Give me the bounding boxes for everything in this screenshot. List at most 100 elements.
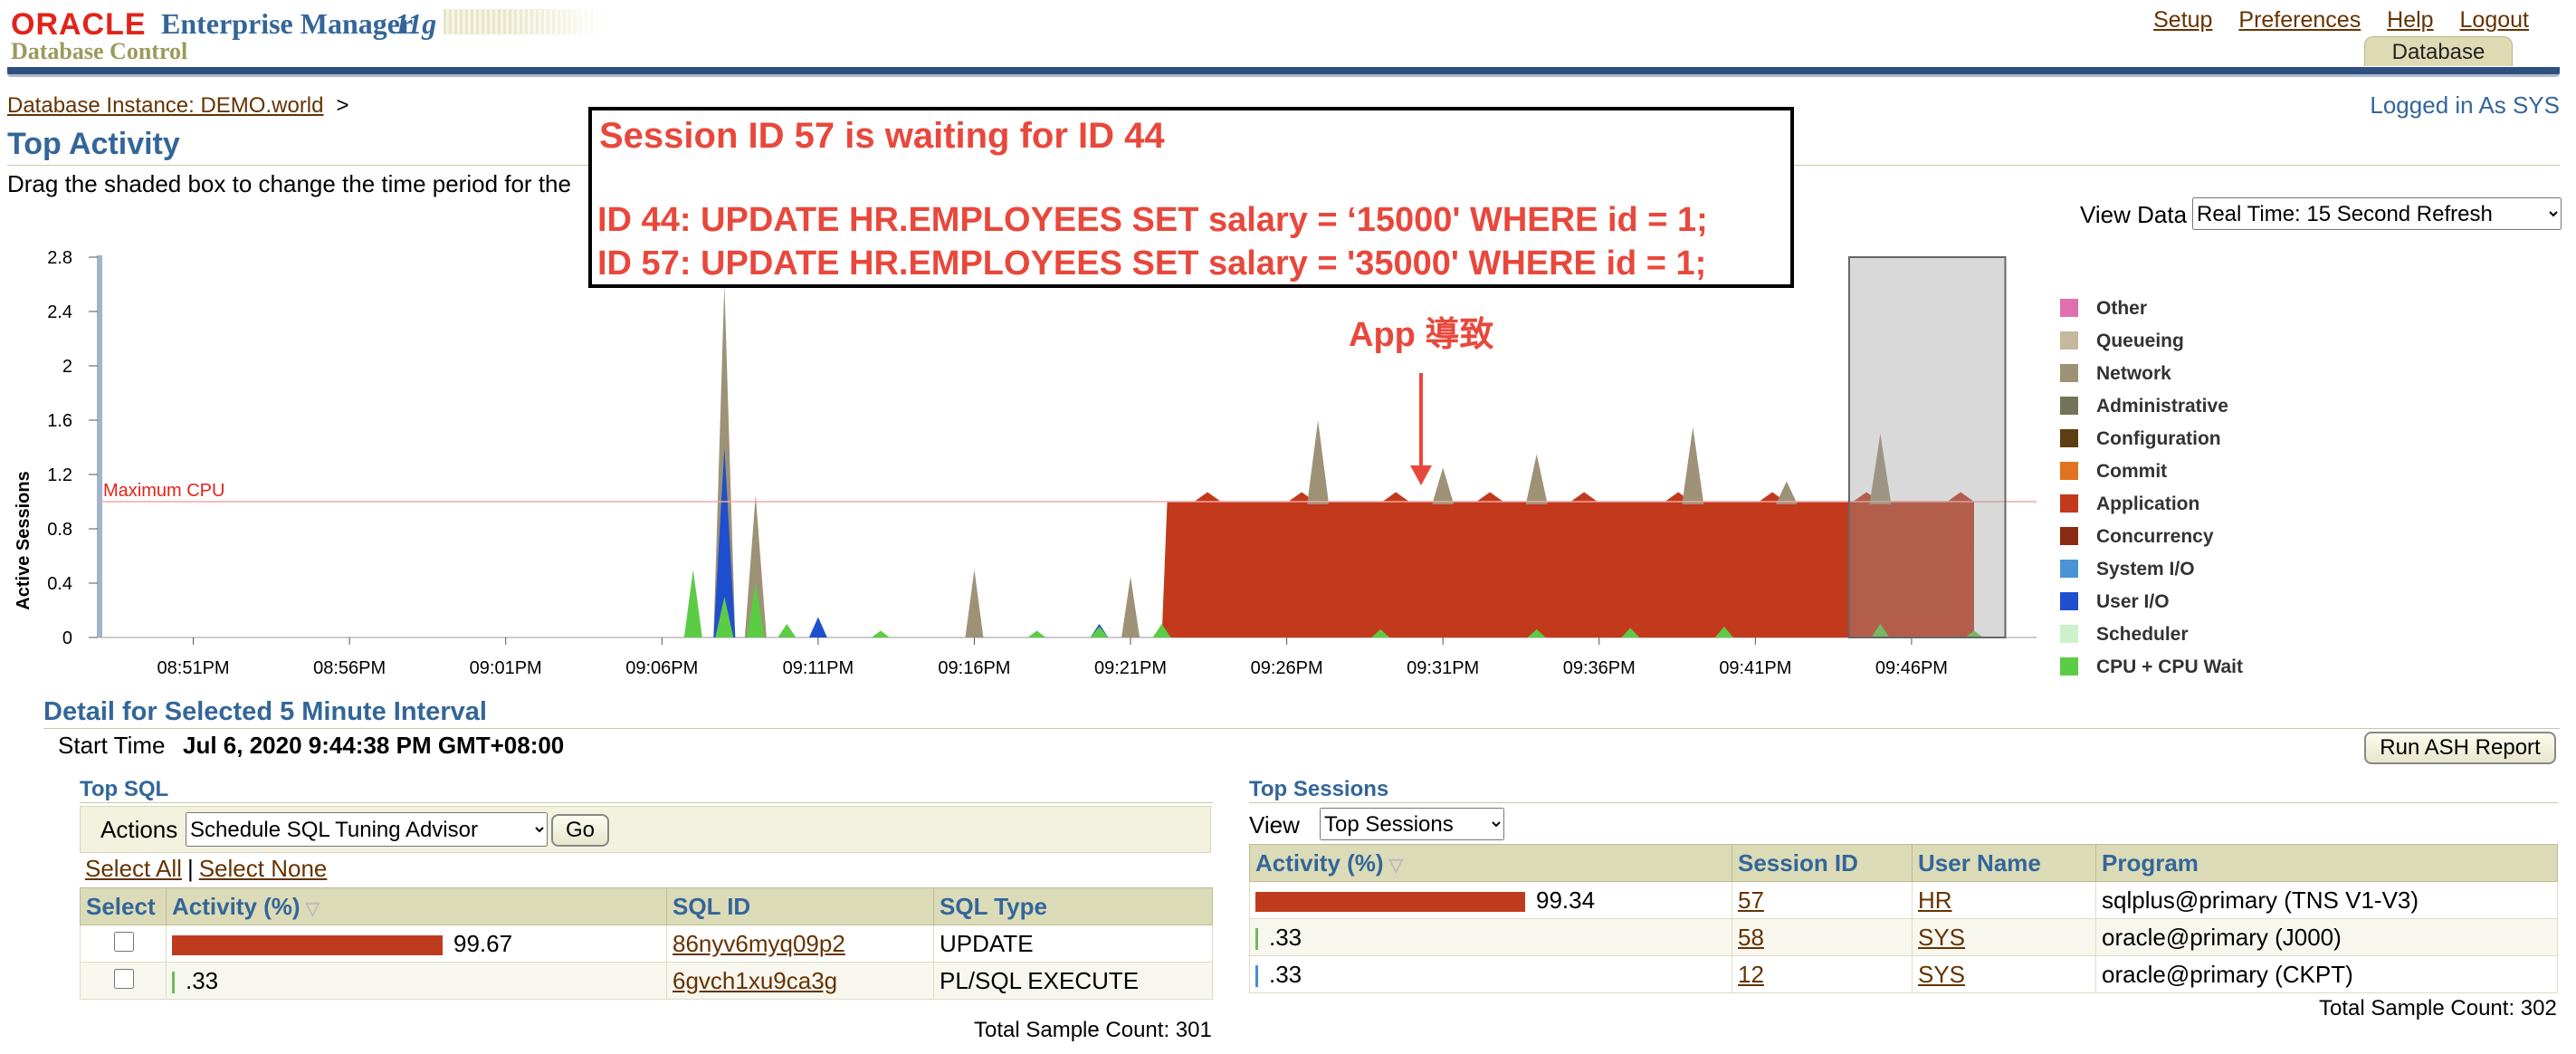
network-spike [1682, 426, 1704, 504]
row-checkbox[interactable] [113, 932, 134, 952]
sort-desc-icon: ▽ [305, 898, 320, 919]
tab-database[interactable]: Database [2364, 36, 2513, 66]
logout-link[interactable]: Logout [2460, 7, 2529, 33]
x-tick-label: 09:01PM [470, 658, 542, 678]
legend-swatch [2060, 364, 2078, 382]
user-name-link[interactable]: SYS [1918, 924, 1965, 951]
product-name: Enterprise Manager [161, 7, 414, 40]
row-select-cell [80, 925, 167, 963]
y-tick-label: 2 [62, 357, 72, 377]
breadcrumb-instance-link[interactable]: Database Instance: DEMO.world [7, 93, 324, 118]
start-time-value: Jul 6, 2020 9:44:38 PM GMT+08:00 [183, 732, 565, 759]
y-tick-label: 2.4 [47, 302, 72, 322]
sql-type-cell: UPDATE [933, 925, 1213, 963]
cpu-cpu-wait-spike [1027, 630, 1046, 637]
annotation-line-3: ID 57: UPDATE HR.EMPLOYEES SET salary = … [597, 244, 1707, 283]
network-spike [965, 570, 984, 637]
view-data-label: View Data [2080, 201, 2188, 228]
sql-id-link[interactable]: 86nyv6myq09p2 [673, 930, 845, 957]
legend-label: Commit [2096, 461, 2167, 482]
legend-label: Other [2096, 298, 2147, 319]
cpu-cpu-wait-spike [871, 630, 890, 637]
activity-value: 99.34 [1536, 886, 1596, 914]
legend-label: Scheduler [2096, 624, 2189, 645]
legend-label: Queueing [2096, 331, 2184, 351]
activity-bar [172, 934, 443, 955]
program-cell: sqlplus@primary (TNS V1-V3) [2095, 881, 2558, 919]
detail-divider [43, 728, 2560, 729]
setup-link[interactable]: Setup [2153, 7, 2212, 33]
session-id-link[interactable]: 12 [1738, 961, 1764, 988]
top-sql-table: Select Activity (%) ▽ SQL ID SQL Type 99.… [80, 887, 1213, 1000]
session-id-cell: 57 [1732, 881, 1913, 919]
col-activity[interactable]: Activity (%) ▽ [1249, 844, 1732, 882]
sessions-view-select[interactable]: Top Sessions [1320, 808, 1504, 840]
help-link[interactable]: Help [2387, 7, 2433, 33]
breadcrumb-separator: > [336, 93, 349, 118]
program-cell: oracle@primary (CKPT) [2095, 955, 2558, 993]
max-cpu-label: Maximum CPU [103, 481, 224, 501]
sql-id-cell: 86nyv6myq09p2 [666, 925, 934, 963]
legend-label: User I/O [2096, 591, 2170, 612]
annotation-line-2: ID 44: UPDATE HR.EMPLOYEES SET salary = … [597, 201, 1708, 239]
preferences-link[interactable]: Preferences [2238, 7, 2361, 33]
legend-swatch [2060, 494, 2078, 513]
select-links: Select All | Select None [85, 855, 327, 883]
instruction-text: Drag the shaded box to change the time p… [7, 170, 571, 197]
network-spike [1525, 454, 1548, 504]
run-ash-report-button[interactable]: Run ASH Report [2364, 732, 2556, 764]
y-tick-label: 0.4 [47, 574, 72, 594]
top-sql-total: Total Sample Count: 301 [974, 1018, 1212, 1042]
x-ticks: 08:51PM 08:56PM 09:01PM 09:06PM 09:11PM 09:16… [157, 637, 1948, 678]
select-all-link[interactable]: Select All [85, 855, 182, 882]
row-checkbox[interactable] [113, 969, 134, 989]
activity-bar [1255, 891, 1526, 912]
col-activity[interactable]: Activity (%) ▽ [166, 887, 667, 925]
activity-cell: .33 [1249, 955, 1732, 993]
user-name-link[interactable]: SYS [1918, 961, 1965, 988]
product-subtitle: Database Control [11, 38, 188, 64]
activity-bar [1255, 964, 1258, 987]
legend-swatch [2060, 592, 2078, 610]
session-id-link[interactable]: 57 [1738, 886, 1764, 914]
user-name-link[interactable]: HR [1918, 886, 1952, 914]
legend-swatch [2060, 462, 2078, 480]
table-row: 99.34 57 HR sqlplus@primary (TNS V1-V3) [1249, 881, 2558, 919]
view-data-select[interactable]: Real Time: 15 Second Refresh [2192, 197, 2562, 230]
col-sql-type: SQL Type [933, 887, 1213, 925]
activity-areas [683, 284, 1983, 637]
network-spike [1432, 467, 1455, 504]
col-user-name: User Name [1912, 844, 2096, 882]
activity-value: 99.67 [453, 929, 513, 957]
x-tick-label: 09:11PM [783, 658, 854, 678]
top-activity-chart[interactable]: Active Sessions 0 0.4 0.8 1.2 1.6 2 2.4 2.8 08:… [0, 237, 2317, 690]
actions-label: Actions [100, 816, 178, 843]
legend-label: Concurrency [2096, 526, 2214, 547]
user-name-cell: HR [1912, 881, 2096, 919]
sql-id-cell: 6gvch1xu9ca3g [666, 962, 934, 1000]
col-activity-label: Activity (%) [1255, 848, 1384, 877]
legend-label: Network [2096, 363, 2171, 384]
user-name-cell: SYS [1912, 955, 2096, 993]
actions-select[interactable]: Schedule SQL Tuning Advisor [186, 812, 548, 847]
network-spike [1121, 576, 1140, 637]
sql-id-link[interactable]: 6gvch1xu9ca3g [673, 967, 837, 994]
go-button[interactable]: Go [551, 814, 609, 847]
annotation-cause-label: App 導致 [1349, 316, 1494, 354]
detail-title: Detail for Selected 5 Minute Interval [43, 697, 487, 726]
legend-label: CPU + CPU Wait [2096, 656, 2243, 677]
y-tick-label: 1.6 [47, 411, 72, 431]
activity-cell: .33 [1249, 918, 1732, 956]
activity-cell: 99.67 [166, 925, 667, 963]
x-tick-label: 08:56PM [313, 658, 386, 678]
session-id-link[interactable]: 58 [1738, 924, 1764, 951]
start-time-label: Start Time [58, 732, 166, 759]
x-tick-label: 09:06PM [625, 658, 698, 678]
cpu-cpu-wait-spike [778, 624, 797, 637]
legend-swatch [2060, 625, 2078, 643]
selection-window[interactable] [1847, 256, 2007, 638]
link-separator: | [186, 855, 194, 882]
select-none-link[interactable]: Select None [199, 855, 328, 882]
network-spike [1307, 420, 1330, 504]
y-tick-label: 0.8 [47, 520, 72, 540]
